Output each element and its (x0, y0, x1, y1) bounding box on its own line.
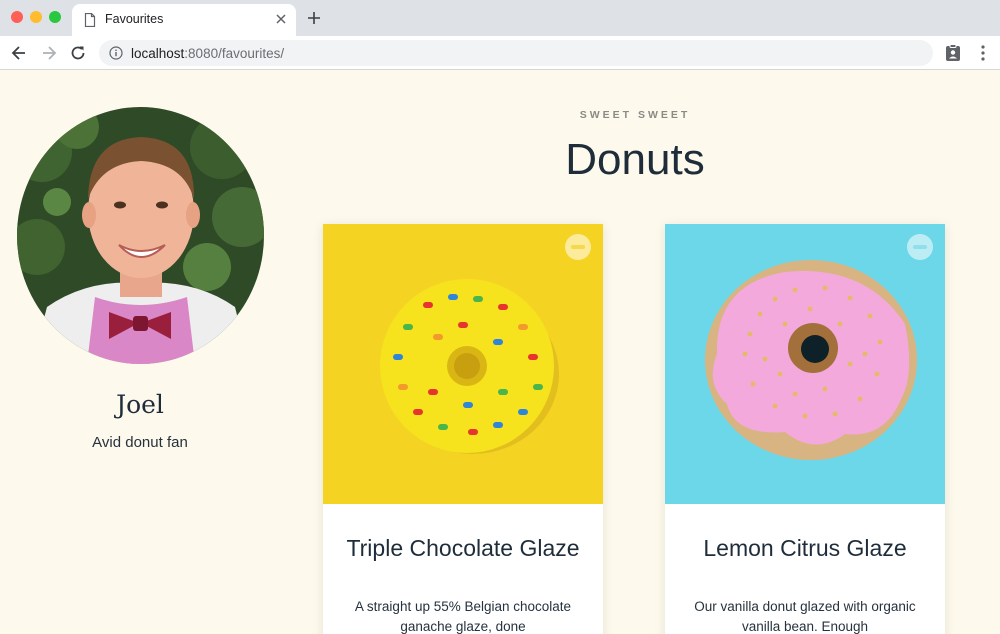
avatar-photo (17, 107, 264, 364)
remove-favourite-button[interactable] (565, 234, 591, 260)
page-title: Donuts (565, 135, 705, 184)
card-description: A straight up 55% Belgian chocolate gana… (354, 599, 572, 634)
avatar (17, 107, 264, 364)
card-title: Triple Chocolate Glaze (346, 535, 580, 561)
section-eyebrow: SWEET SWEET (579, 109, 691, 121)
url-host: localhost (131, 46, 185, 61)
profile-tagline: Avid donut fan (92, 434, 188, 451)
browser-toolbar: localhost:8080/favourites/ (0, 36, 1000, 70)
donut-image (323, 224, 603, 504)
card-description: Our vanilla donut glazed with organic va… (694, 599, 916, 634)
remove-favourite-button[interactable] (907, 234, 933, 260)
back-arrow-icon[interactable] (9, 43, 29, 63)
tab-title: Favourites (105, 12, 164, 26)
pink-glazed-donut-image (665, 224, 945, 504)
forward-arrow-icon[interactable] (39, 43, 59, 63)
clipboard-extension-icon[interactable] (945, 44, 961, 62)
minus-icon (571, 245, 585, 249)
profile-name: Joel (116, 390, 164, 419)
card-title: Lemon Citrus Glaze (703, 535, 907, 561)
favourite-card[interactable]: Triple Chocolate Glaze A straight up 55%… (323, 224, 603, 634)
close-icon[interactable] (274, 12, 288, 26)
reload-icon[interactable] (68, 43, 88, 63)
donut-image (665, 224, 945, 504)
address-bar[interactable]: localhost:8080/favourites/ (99, 40, 933, 66)
url-path: :8080/favourites/ (184, 46, 285, 61)
page-icon (84, 13, 96, 27)
sprinkle-donut-image (323, 224, 603, 504)
browser-tab-bar: Favourites (0, 0, 1000, 36)
new-tab-icon[interactable] (306, 10, 322, 26)
favourite-card[interactable]: Lemon Citrus Glaze Our vanilla donut gla… (665, 224, 945, 634)
window-close-button[interactable] (11, 11, 23, 23)
window-maximize-button[interactable] (49, 11, 61, 23)
minus-icon (913, 245, 927, 249)
info-icon[interactable] (109, 46, 123, 60)
url-text: localhost:8080/favourites/ (131, 46, 284, 61)
kebab-menu-icon[interactable] (976, 44, 990, 62)
browser-tab[interactable]: Favourites (72, 4, 296, 36)
window-minimize-button[interactable] (30, 11, 42, 23)
